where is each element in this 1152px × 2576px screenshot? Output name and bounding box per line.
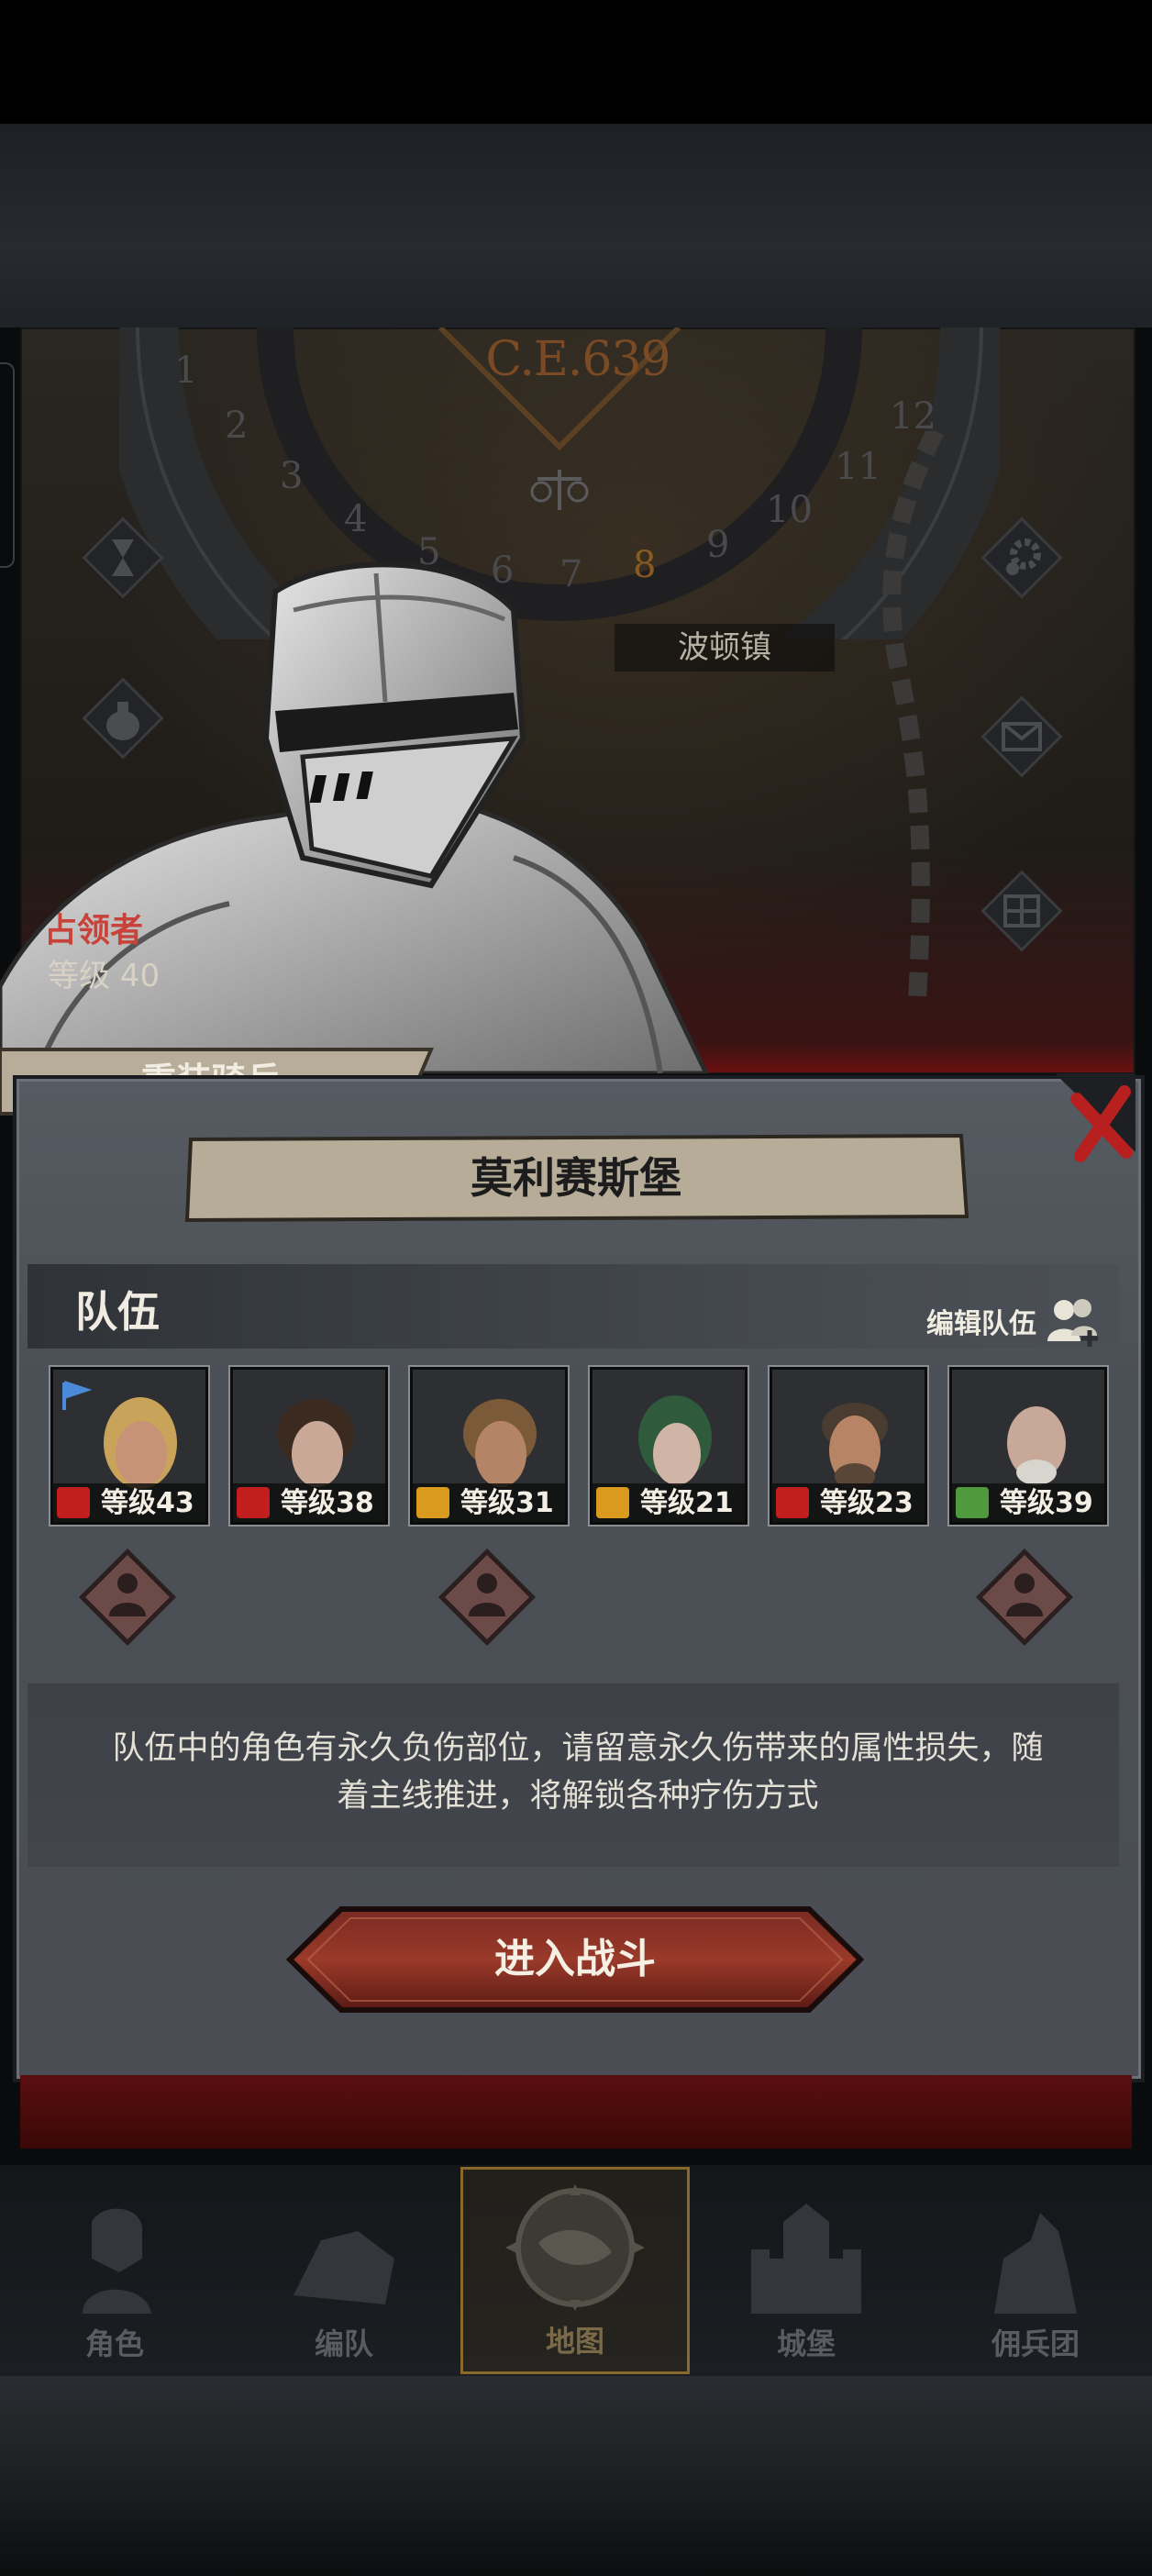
nav-map[interactable]: 地图 — [460, 2167, 690, 2374]
team-member-portrait[interactable]: 等级39 — [949, 1367, 1107, 1525]
status-bar — [0, 0, 1152, 124]
injury-notice-line: 队伍中的角色有永久负伤部位，请留意永久伤带来的属性损失，随 — [112, 1730, 1044, 1767]
castle-icon — [751, 2204, 861, 2314]
team-member-portrait[interactable]: 等级38 — [230, 1367, 388, 1525]
dial-number-2: 2 — [225, 405, 248, 447]
injury-notice: 队伍中的角色有永久负伤部位，请留意永久伤带来的属性损失，随 着主线推进，将解锁各… — [101, 1725, 1055, 1820]
soldier-unit-icon[interactable] — [437, 1547, 537, 1648]
nav-label: 地图 — [545, 2324, 604, 2359]
nav-label: 角色 — [84, 2326, 144, 2361]
formation-icon — [294, 2231, 394, 2304]
settings-gear-icon[interactable] — [978, 514, 1066, 602]
nav-castle[interactable]: 城堡 — [692, 2167, 921, 2374]
member-level: 等级21 — [640, 1487, 734, 1519]
nav-label: 城堡 — [776, 2326, 836, 2361]
nav-mercenary[interactable]: 佣兵团 — [921, 2167, 1150, 2374]
cavalry-class-icon — [776, 1487, 809, 1518]
edit-team-button[interactable]: 编辑队伍 — [926, 1301, 1036, 1341]
cavalry-class-icon — [237, 1487, 270, 1518]
dial-number-10: 10 — [766, 489, 813, 531]
member-level: 等级39 — [1000, 1487, 1093, 1519]
cavalry-class-icon — [57, 1487, 90, 1518]
nav-label: 编队 — [314, 2326, 373, 2361]
member-level: 等级31 — [460, 1487, 554, 1519]
nav-role[interactable]: 角色 — [0, 2167, 229, 2374]
side-handle[interactable] — [0, 362, 15, 568]
enter-battle-label[interactable]: 进入战斗 — [286, 1905, 864, 2014]
soldier-unit-icon[interactable] — [974, 1547, 1075, 1648]
mercenary-icon — [994, 2213, 1077, 2314]
team-member-portrait[interactable]: 等级31 — [410, 1367, 568, 1525]
team-member-portrait[interactable]: 等级43 — [50, 1367, 208, 1525]
footer-band — [0, 2376, 1152, 2576]
dial-number-1: 1 — [174, 350, 197, 392]
add-group-icon[interactable] — [1046, 1295, 1102, 1347]
dial-number-4: 4 — [344, 498, 367, 540]
dialog-title: 莫利赛斯堡 — [471, 1153, 681, 1203]
close-icon[interactable] — [1036, 1064, 1143, 1171]
nav-formation[interactable]: 编队 — [229, 2167, 459, 2374]
nav-label: 佣兵团 — [991, 2326, 1080, 2361]
compass-map-icon — [505, 2184, 645, 2311]
injury-notice-line: 着主线推进，将解锁各种疗伤方式 — [337, 1778, 819, 1815]
member-level: 等级38 — [281, 1487, 374, 1519]
era-label: C.E.639 — [485, 332, 670, 387]
archer-class-icon — [956, 1487, 989, 1518]
heavy-knight-portrait — [0, 561, 709, 1073]
grid-menu-icon[interactable] — [978, 867, 1066, 955]
soldier-unit-icon[interactable] — [77, 1547, 178, 1648]
member-level: 等级43 — [101, 1487, 194, 1519]
map-status-strip — [20, 2075, 1132, 2149]
map-road — [882, 431, 944, 1000]
occupier-level: 等级 40 — [48, 958, 161, 994]
knight-icon — [83, 2208, 151, 2314]
dial-number-3: 3 — [280, 455, 303, 497]
mail-icon[interactable] — [978, 693, 1066, 781]
shield-class-icon — [596, 1487, 629, 1518]
team-member-portrait[interactable]: 等级21 — [590, 1367, 748, 1525]
member-level: 等级23 — [820, 1487, 914, 1519]
occupier-label: 占领者 — [44, 912, 144, 949]
header-band — [0, 124, 1152, 328]
team-member-portrait[interactable]: 等级23 — [770, 1367, 927, 1525]
shield-class-icon — [416, 1487, 449, 1518]
team-label: 队伍 — [75, 1287, 160, 1337]
scales-icon — [530, 470, 589, 510]
